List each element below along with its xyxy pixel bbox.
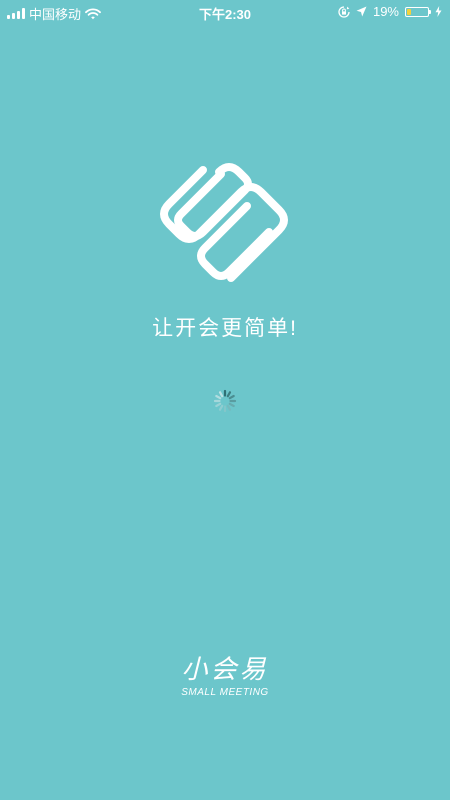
brand-block: 小会易 SMALL MEETING [0, 654, 450, 698]
status-bar: 中国移动 下午2:30 19% [0, 0, 450, 24]
battery-percent: 19% [372, 4, 399, 19]
paperclip-logo-icon [160, 163, 288, 282]
battery-icon [405, 6, 431, 17]
brand-subtitle: SMALL MEETING [181, 687, 269, 698]
charging-icon [435, 6, 442, 17]
status-right: 19% [338, 4, 442, 19]
orientation-lock-icon [338, 5, 350, 18]
tagline: 让开会更简单! [152, 317, 298, 340]
brand-name: 小会易 [181, 654, 269, 684]
battery-level-fill [407, 8, 411, 15]
location-arrow-icon [356, 6, 367, 17]
spinner-icon [213, 389, 237, 413]
